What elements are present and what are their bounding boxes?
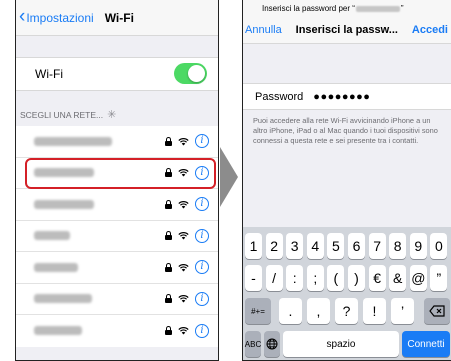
key-3[interactable]: 4 (306, 233, 324, 259)
network-row[interactable]: i (16, 315, 218, 347)
prompt-prefix: Inserisci la password per “ (262, 4, 355, 13)
back-label: Impostazioni (26, 10, 94, 25)
key-symbol[interactable]: / (265, 265, 283, 291)
redacted-network-name (34, 231, 70, 241)
section-header-label: SCEGLI UNA RETE... (20, 109, 104, 120)
wifi-icon (178, 200, 189, 209)
key-punctuation[interactable]: . (279, 298, 302, 324)
password-sharing-help: Puoi accedere alla rete Wi-Fi avvicinand… (253, 116, 438, 145)
redacted-network-name (34, 326, 82, 336)
wifi-icon (178, 263, 189, 272)
key-1[interactable]: 2 (265, 233, 283, 259)
spinner-icon: ✳ (107, 109, 117, 121)
toggle-knob (188, 65, 205, 82)
redacted-network-name (34, 262, 78, 272)
network-row[interactable]: i (16, 126, 218, 158)
key-punctuation[interactable]: , (307, 298, 330, 324)
wifi-settings-screen: ‹ Impostazioni Wi-Fi Wi-Fi SCEGLI UNA RE… (15, 0, 219, 361)
key-symbol[interactable]: - (245, 265, 262, 291)
key-symbol[interactable]: € (368, 265, 386, 291)
key-symbol[interactable]: : (286, 265, 304, 291)
key-symbol[interactable]: @ (409, 265, 427, 291)
key-symbol[interactable]: ) (348, 265, 365, 291)
section-header: SCEGLI UNA RETE... ✳ (20, 108, 116, 121)
key-5[interactable]: 6 (348, 233, 365, 259)
redacted-network-name (34, 199, 94, 209)
info-icon[interactable]: i (195, 260, 209, 275)
page-title: Wi-Fi (104, 10, 134, 25)
wifi-label: Wi-Fi (35, 67, 63, 81)
key-punctuation[interactable]: ! (363, 298, 386, 324)
selected-network-highlight (25, 158, 216, 189)
key-6[interactable]: 7 (368, 233, 386, 259)
back-button[interactable]: ‹ Impostazioni (16, 6, 94, 27)
keyboard: 1 2 3 4 5 6 7 8 9 0 - /:;() € & @” #+=.,?!’ ABC spazio Con… (243, 227, 451, 360)
wifi-toggle-row: Wi-Fi (16, 57, 218, 91)
lock-icon (165, 136, 172, 146)
network-row[interactable]: i (16, 221, 218, 252)
lock-icon (165, 326, 172, 336)
more-symbols-key[interactable]: #+= (245, 298, 271, 324)
password-prompt: Inserisci la password per “ ” (243, 0, 451, 17)
wifi-icon (178, 137, 189, 146)
key-punctuation[interactable]: ? (335, 298, 358, 324)
lock-icon (165, 199, 172, 209)
globe-key[interactable] (264, 331, 280, 357)
lock-icon (165, 294, 172, 304)
key-symbol[interactable]: ; (306, 265, 324, 291)
info-icon[interactable]: i (195, 197, 209, 212)
network-row[interactable]: i (16, 252, 218, 284)
cancel-button[interactable]: Annulla (245, 24, 282, 36)
wifi-icon (178, 327, 189, 335)
network-status-icons: i (165, 260, 209, 275)
key-symbol[interactable]: & (389, 265, 407, 291)
lock-icon (165, 262, 172, 272)
key-9[interactable]: 0 (430, 233, 448, 259)
network-row[interactable]: i (16, 284, 218, 315)
arrow-right-icon (220, 147, 238, 207)
chevron-left-icon: ‹ (19, 6, 26, 27)
navigation-bar: Annulla Inserisci la passw... Accedi (243, 17, 451, 44)
redacted-network-name (355, 5, 400, 12)
wifi-toggle[interactable] (174, 63, 207, 84)
network-status-icons: i (165, 134, 209, 149)
backspace-icon (429, 305, 445, 317)
abc-key[interactable]: ABC (245, 331, 261, 357)
network-status-icons: i (165, 323, 209, 338)
prompt-suffix: ” (400, 4, 404, 13)
info-icon[interactable]: i (195, 134, 209, 149)
info-icon[interactable]: i (195, 228, 209, 243)
redacted-network-name (34, 136, 112, 146)
password-entry-screen: Inserisci la password per “ ” Annulla In… (242, 0, 451, 361)
key-4[interactable]: 5 (327, 233, 345, 259)
network-row[interactable]: i (16, 189, 218, 221)
key-symbol[interactable]: ” (430, 265, 448, 291)
redacted-network-name (34, 294, 92, 304)
network-status-icons: i (165, 197, 209, 212)
lock-icon (165, 231, 172, 241)
key-symbol[interactable]: ( (327, 265, 345, 291)
key-8[interactable]: 9 (409, 233, 427, 259)
backspace-key[interactable] (424, 298, 450, 324)
network-status-icons: i (165, 291, 209, 306)
connect-key[interactable]: Connetti (402, 331, 450, 357)
wifi-icon (178, 295, 189, 303)
join-button[interactable]: Accedi (412, 24, 448, 36)
network-status-icons: i (165, 228, 209, 243)
password-masked-value: ●●●●●●●● (313, 90, 371, 103)
info-icon[interactable]: i (195, 291, 209, 306)
page-title: Inserisci la passw... (295, 24, 398, 36)
key-2[interactable]: 3 (286, 233, 304, 259)
globe-icon (266, 338, 278, 350)
password-field[interactable]: Password ●●●●●●●● (243, 83, 451, 110)
password-label: Password (255, 90, 304, 103)
wifi-icon (178, 232, 189, 240)
space-key[interactable]: spazio (283, 331, 399, 357)
key-punctuation[interactable]: ’ (391, 298, 414, 324)
key-7[interactable]: 8 (389, 233, 407, 259)
key-0[interactable]: 1 (245, 233, 262, 259)
info-icon[interactable]: i (195, 323, 209, 338)
navigation-bar: ‹ Impostazioni Wi-Fi (16, 0, 218, 36)
